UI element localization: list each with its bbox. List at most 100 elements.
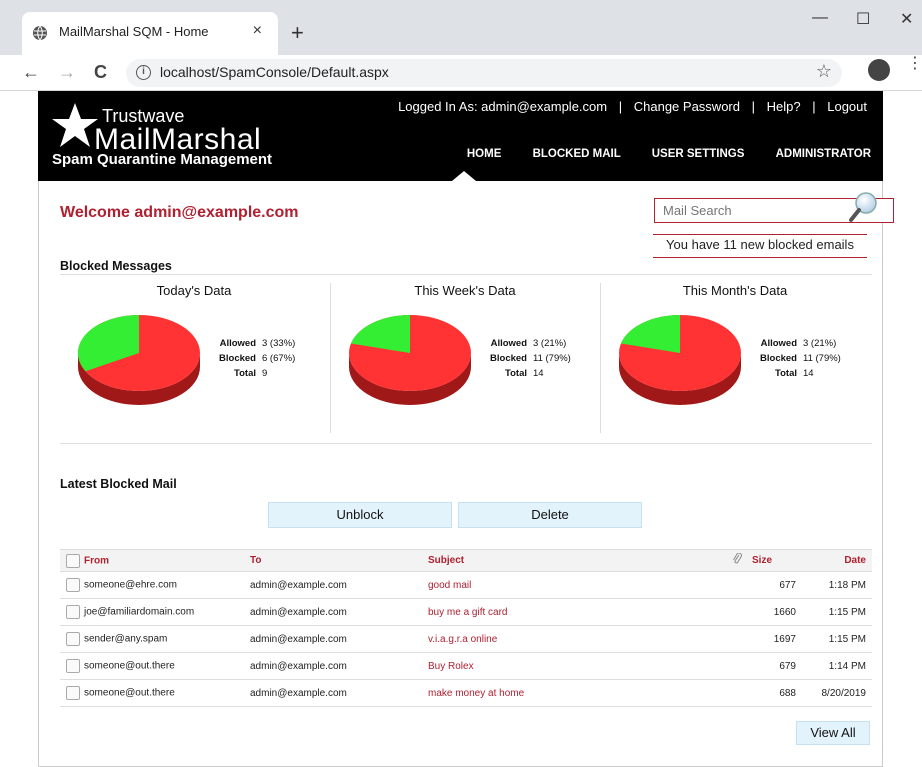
logo-subtitle: Spam Quarantine Management <box>52 151 273 168</box>
col-to[interactable]: To <box>250 549 428 572</box>
table-row[interactable]: sender@any.spam admin@example.com v.i.a.… <box>60 625 872 653</box>
row-checkbox[interactable] <box>66 578 80 592</box>
row-to: admin@example.com <box>250 652 428 680</box>
nav-home[interactable]: HOME <box>467 148 502 160</box>
table-row[interactable]: someone@out.there admin@example.com Buy … <box>60 652 872 680</box>
row-date: 1:15 PM <box>802 598 872 626</box>
allowed-label: Allowed <box>760 338 797 349</box>
row-from: someone@out.there <box>84 660 175 672</box>
view-all-button[interactable]: View All <box>796 721 870 745</box>
total-label: Total <box>234 368 256 379</box>
browser-menu-icon[interactable]: ⋮ <box>907 56 922 72</box>
row-to: admin@example.com <box>250 679 428 707</box>
row-checkbox[interactable] <box>66 686 80 700</box>
help-link[interactable]: Help? <box>767 99 801 114</box>
blocked-label: Blocked <box>760 353 797 364</box>
url-text: localhost/SpamConsole/Default.aspx <box>160 64 389 80</box>
row-date: 1:14 PM <box>802 652 872 680</box>
blocked-value: 11 (79%) <box>533 353 571 364</box>
info-icon[interactable]: i <box>136 65 151 80</box>
stat-legend: Allowed 3 (21%) Blocked 11 (79%) Total 14 <box>479 336 571 381</box>
row-subject-link[interactable]: Buy Rolex <box>428 652 714 680</box>
active-nav-caret <box>452 171 476 181</box>
change-password-link[interactable]: Change Password <box>634 99 740 114</box>
col-from[interactable]: From <box>84 555 109 566</box>
minimize-icon[interactable]: — <box>812 9 828 27</box>
maximize-icon[interactable]: ☐ <box>856 9 870 29</box>
table-row[interactable]: joe@familiardomain.com admin@example.com… <box>60 598 872 626</box>
app-header: Trustwave MailMarshal Spam Quarantine Ma… <box>38 91 883 181</box>
row-size: 677 <box>752 571 802 599</box>
blocked-value: 6 (67%) <box>262 353 296 364</box>
logged-in-text: Logged In As: admin@example.com <box>398 99 608 114</box>
logout-link[interactable]: Logout <box>827 99 867 114</box>
allowed-value: 3 (33%) <box>262 338 296 349</box>
row-to: admin@example.com <box>250 625 428 653</box>
col-date[interactable]: Date <box>802 549 872 572</box>
row-date: 1:15 PM <box>802 625 872 653</box>
row-subject-link[interactable]: buy me a gift card <box>428 598 714 626</box>
row-to: admin@example.com <box>250 598 428 626</box>
nav-administrator[interactable]: ADMINISTRATOR <box>776 148 871 160</box>
unblock-button[interactable]: Unblock <box>268 502 452 528</box>
new-tab-icon[interactable]: + <box>291 22 304 44</box>
tab-close-icon[interactable]: × <box>253 22 262 40</box>
row-subject-link[interactable]: v.i.a.g.r.a online <box>428 625 714 653</box>
row-subject-link[interactable]: make money at home <box>428 679 714 707</box>
top-links: Logged In As: admin@example.com | Change… <box>394 99 871 114</box>
select-all-checkbox[interactable] <box>66 553 80 568</box>
col-size[interactable]: Size <box>752 549 802 572</box>
pie-chart <box>619 315 741 405</box>
row-to: admin@example.com <box>250 571 428 599</box>
total-value: 14 <box>803 368 814 379</box>
search-icon[interactable] <box>849 191 879 225</box>
url-field[interactable]: i localhost/SpamConsole/Default.aspx ☆ <box>126 59 842 87</box>
welcome-heading: Welcome admin@example.com <box>60 204 299 221</box>
separator: | <box>618 99 623 114</box>
browser-tab[interactable]: MailMarshal SQM - Home × <box>22 12 278 55</box>
divider <box>60 274 872 275</box>
row-checkbox[interactable] <box>66 632 80 646</box>
row-size: 1660 <box>752 598 802 626</box>
table-row[interactable]: someone@ehre.com admin@example.com good … <box>60 571 872 599</box>
address-bar: ← → C i localhost/SpamConsole/Default.as… <box>0 55 922 91</box>
back-icon[interactable]: ← <box>22 63 40 81</box>
profile-avatar-icon[interactable] <box>868 59 890 81</box>
stat-title: This Week's Data <box>414 283 516 298</box>
row-checkbox[interactable] <box>66 659 80 673</box>
window-close-icon[interactable]: ✕ <box>900 9 913 29</box>
row-size: 688 <box>752 679 802 707</box>
stat-month: This Month's Data Allowed 3 (21%) Blocked… <box>601 283 869 433</box>
stat-week: This Week's Data Allowed 3 (21%) Blocked 1… <box>331 283 599 433</box>
table-row[interactable]: someone@out.there admin@example.com make… <box>60 679 872 707</box>
star-logo-icon <box>52 103 98 147</box>
row-subject-link[interactable]: good mail <box>428 571 714 599</box>
pie-chart <box>349 315 471 405</box>
divider <box>60 443 872 444</box>
allowed-value: 3 (21%) <box>803 338 837 349</box>
stat-title: Today's Data <box>156 283 232 298</box>
total-label: Total <box>505 368 527 379</box>
forward-icon[interactable]: → <box>58 63 76 81</box>
allowed-label: Allowed <box>490 338 527 349</box>
tab-title: MailMarshal SQM - Home <box>59 24 209 39</box>
nav-blocked-mail[interactable]: BLOCKED MAIL <box>533 148 621 160</box>
globe-icon <box>33 25 47 41</box>
stat-legend: Allowed 3 (33%) Blocked 6 (67%) Total 9 <box>208 336 295 381</box>
nav-user-settings[interactable]: USER SETTINGS <box>652 148 745 160</box>
row-checkbox[interactable] <box>66 605 80 619</box>
blocked-mail-table: From To Subject Size Date someone@ehre.c… <box>60 549 872 707</box>
row-from: someone@ehre.com <box>84 579 177 591</box>
blocked-label: Blocked <box>490 353 527 364</box>
col-subject[interactable]: Subject <box>428 549 714 572</box>
latest-blocked-title: Latest Blocked Mail <box>60 477 177 491</box>
delete-button[interactable]: Delete <box>458 502 642 528</box>
total-value: 9 <box>262 368 268 379</box>
allowed-label: Allowed <box>219 338 256 349</box>
paperclip-icon <box>733 553 742 564</box>
blocked-value: 11 (79%) <box>803 353 841 364</box>
bookmark-star-icon[interactable]: ☆ <box>816 61 832 82</box>
reload-icon[interactable]: C <box>94 63 107 81</box>
new-blocked-notice[interactable]: You have 11 new blocked emails <box>653 234 867 258</box>
blocked-messages-title: Blocked Messages <box>60 259 172 273</box>
